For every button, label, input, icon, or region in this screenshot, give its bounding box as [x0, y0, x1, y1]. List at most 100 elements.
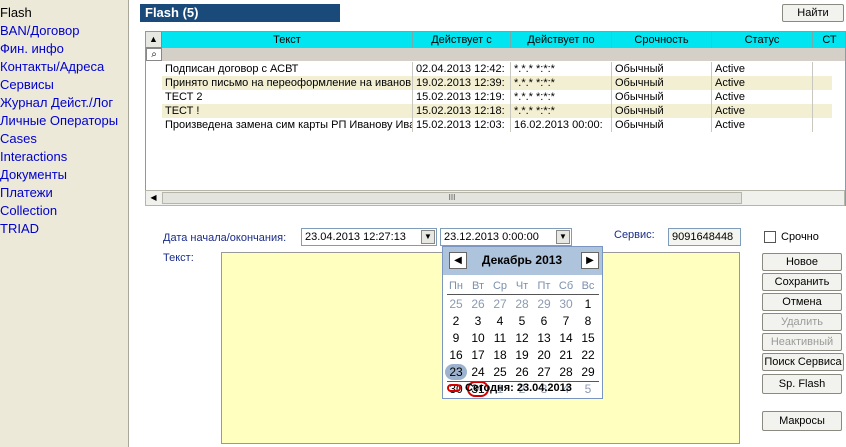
- find-button[interactable]: Найти: [782, 4, 844, 22]
- calendar-day[interactable]: 28: [511, 296, 533, 312]
- cell-status: Active: [712, 104, 813, 118]
- calendar-day[interactable]: 13: [533, 330, 555, 346]
- calendar-day[interactable]: 27: [533, 364, 555, 380]
- sidebar-item-interactions[interactable]: Interactions: [0, 148, 128, 166]
- calendar-day[interactable]: 17: [467, 347, 489, 363]
- calendar-day[interactable]: 3: [467, 313, 489, 329]
- calendar-day[interactable]: 15: [577, 330, 599, 346]
- page-title: Flash (5): [140, 4, 340, 22]
- cell-urgency: Обычный: [612, 76, 712, 90]
- calendar-day[interactable]: 20: [533, 347, 555, 363]
- calendar-day[interactable]: 25: [489, 364, 511, 380]
- calendar-day[interactable]: 26: [511, 364, 533, 380]
- table-row[interactable]: Принято письмо на переоформление на иван…: [162, 76, 832, 90]
- calendar-day[interactable]: 10: [467, 330, 489, 346]
- calendar-header: ◀ Декабрь 2013 ▶: [443, 247, 602, 275]
- column-header-st[interactable]: СТ: [813, 32, 845, 48]
- delete-button[interactable]: Удалить: [762, 313, 842, 331]
- calendar-day[interactable]: 23: [445, 364, 467, 380]
- calendar-day[interactable]: 18: [489, 347, 511, 363]
- save-button[interactable]: Сохранить: [762, 273, 842, 291]
- calendar-day[interactable]: 6: [533, 313, 555, 329]
- sidebar-item-contacts[interactable]: Контакты/Адреса: [0, 58, 128, 76]
- chevron-down-icon[interactable]: ▼: [421, 230, 435, 244]
- urgent-checkbox[interactable]: [764, 231, 776, 243]
- today-link[interactable]: Сегодня: 23.04.2013: [447, 382, 602, 394]
- horizontal-scrollbar[interactable]: ◀ III: [145, 190, 845, 206]
- scroll-left-icon[interactable]: ◀: [146, 191, 161, 205]
- scroll-thumb[interactable]: III: [162, 192, 742, 204]
- cell-valid-from: 15.02.2013 12:18:: [413, 104, 511, 118]
- sp-flash-button[interactable]: Sp. Flash: [762, 374, 842, 394]
- cell-valid-to: *.*.* *:*:*: [511, 76, 612, 90]
- today-label: Сегодня: 23.04.2013: [465, 382, 572, 394]
- date-end-value: 23.12.2013 0:00:00: [444, 231, 539, 243]
- calendar-day[interactable]: 7: [555, 313, 577, 329]
- sidebar-item-documents[interactable]: Документы: [0, 166, 128, 184]
- sidebar-item-personal-operators[interactable]: Личные Операторы: [0, 112, 128, 130]
- calendar-day[interactable]: 4: [489, 313, 511, 329]
- cell-urgency: Обычный: [612, 62, 712, 76]
- calendar-day[interactable]: 2: [445, 313, 467, 329]
- table-row[interactable]: Произведена замена сим карты РП Иванову …: [162, 118, 832, 132]
- new-button[interactable]: Новое: [762, 253, 842, 271]
- date-end-input[interactable]: 23.12.2013 0:00:00 ▼: [440, 228, 572, 246]
- inactive-button[interactable]: Неактивный: [762, 333, 842, 351]
- table-row[interactable]: ТЕСТ 2 15.02.2013 12:19: *.*.* *:*:* Обы…: [162, 90, 832, 104]
- calendar-day[interactable]: 19: [511, 347, 533, 363]
- calendar-day[interactable]: 27: [489, 296, 511, 312]
- filter-row[interactable]: [162, 48, 845, 61]
- cell-valid-to: 16.02.2013 00:00:: [511, 118, 612, 132]
- calendar-day[interactable]: 12: [511, 330, 533, 346]
- calendar-day[interactable]: 24: [467, 364, 489, 380]
- calendar-day[interactable]: 11: [489, 330, 511, 346]
- cell-valid-to: *.*.* *:*:*: [511, 62, 612, 76]
- calendar-day[interactable]: 26: [467, 296, 489, 312]
- cell-valid-to: *.*.* *:*:*: [511, 90, 612, 104]
- calendar-day[interactable]: 5: [511, 313, 533, 329]
- sidebar-item-triad[interactable]: TRIAD: [0, 220, 128, 238]
- calendar-day[interactable]: 8: [577, 313, 599, 329]
- calendar-day[interactable]: 28: [555, 364, 577, 380]
- chevron-down-icon[interactable]: ▼: [556, 230, 570, 244]
- calendar-day[interactable]: 14: [555, 330, 577, 346]
- service-label: Сервис:: [614, 229, 655, 241]
- search-service-button[interactable]: Поиск Сервиса: [762, 353, 844, 371]
- calendar-day[interactable]: 16: [445, 347, 467, 363]
- cell-status: Active: [712, 118, 813, 132]
- sidebar-item-flash[interactable]: Flash: [0, 4, 128, 22]
- cell-text: ТЕСТ !: [162, 104, 413, 118]
- filter-search-icon[interactable]: ⌕: [146, 48, 162, 61]
- sidebar-item-ban-contract[interactable]: BAN/Договор: [0, 22, 128, 40]
- cancel-button[interactable]: Отмена: [762, 293, 842, 311]
- calendar-day[interactable]: 1: [577, 296, 599, 312]
- column-header-text[interactable]: Текст: [162, 32, 413, 48]
- calendar-day[interactable]: 29: [577, 364, 599, 380]
- calendar-day[interactable]: 25: [445, 296, 467, 312]
- macros-button[interactable]: Макросы: [762, 411, 842, 431]
- calendar-day[interactable]: 30: [555, 296, 577, 312]
- collapse-toggle-icon[interactable]: ▲: [146, 32, 162, 48]
- column-header-valid-to[interactable]: Действует по: [511, 32, 612, 48]
- calendar-day[interactable]: 9: [445, 330, 467, 346]
- sidebar-item-cases[interactable]: Cases: [0, 130, 128, 148]
- calendar-day[interactable]: 22: [577, 347, 599, 363]
- calendar-day[interactable]: 29: [533, 296, 555, 312]
- table-row[interactable]: Подписан договор с АСВТ 02.04.2013 12:42…: [162, 62, 832, 76]
- sidebar-item-fin-info[interactable]: Фин. инфо: [0, 40, 128, 58]
- sidebar-item-payments[interactable]: Платежи: [0, 184, 128, 202]
- sidebar-item-action-log[interactable]: Журнал Дейст./Лог: [0, 94, 128, 112]
- calendar-day[interactable]: 21: [555, 347, 577, 363]
- sidebar-item-collection[interactable]: Collection: [0, 202, 128, 220]
- column-header-status[interactable]: Статус: [712, 32, 813, 48]
- column-header-valid-from[interactable]: Действует с: [413, 32, 511, 48]
- sidebar-item-services[interactable]: Сервисы: [0, 76, 128, 94]
- service-field: 9091648448: [668, 228, 741, 246]
- cell-status: Active: [712, 76, 813, 90]
- prev-month-icon[interactable]: ◀: [449, 252, 467, 269]
- next-month-icon[interactable]: ▶: [581, 252, 599, 269]
- column-header-urgency[interactable]: Срочность: [612, 32, 712, 48]
- date-start-input[interactable]: 23.04.2013 12:27:13 ▼: [301, 228, 437, 246]
- calendar-popup: ◀ Декабрь 2013 ▶ Пн Вт Ср Чт Пт Сб Вс 25 26 27 28…: [442, 246, 603, 399]
- table-row[interactable]: ТЕСТ ! 15.02.2013 12:18: *.*.* *:*:* Обы…: [162, 104, 832, 118]
